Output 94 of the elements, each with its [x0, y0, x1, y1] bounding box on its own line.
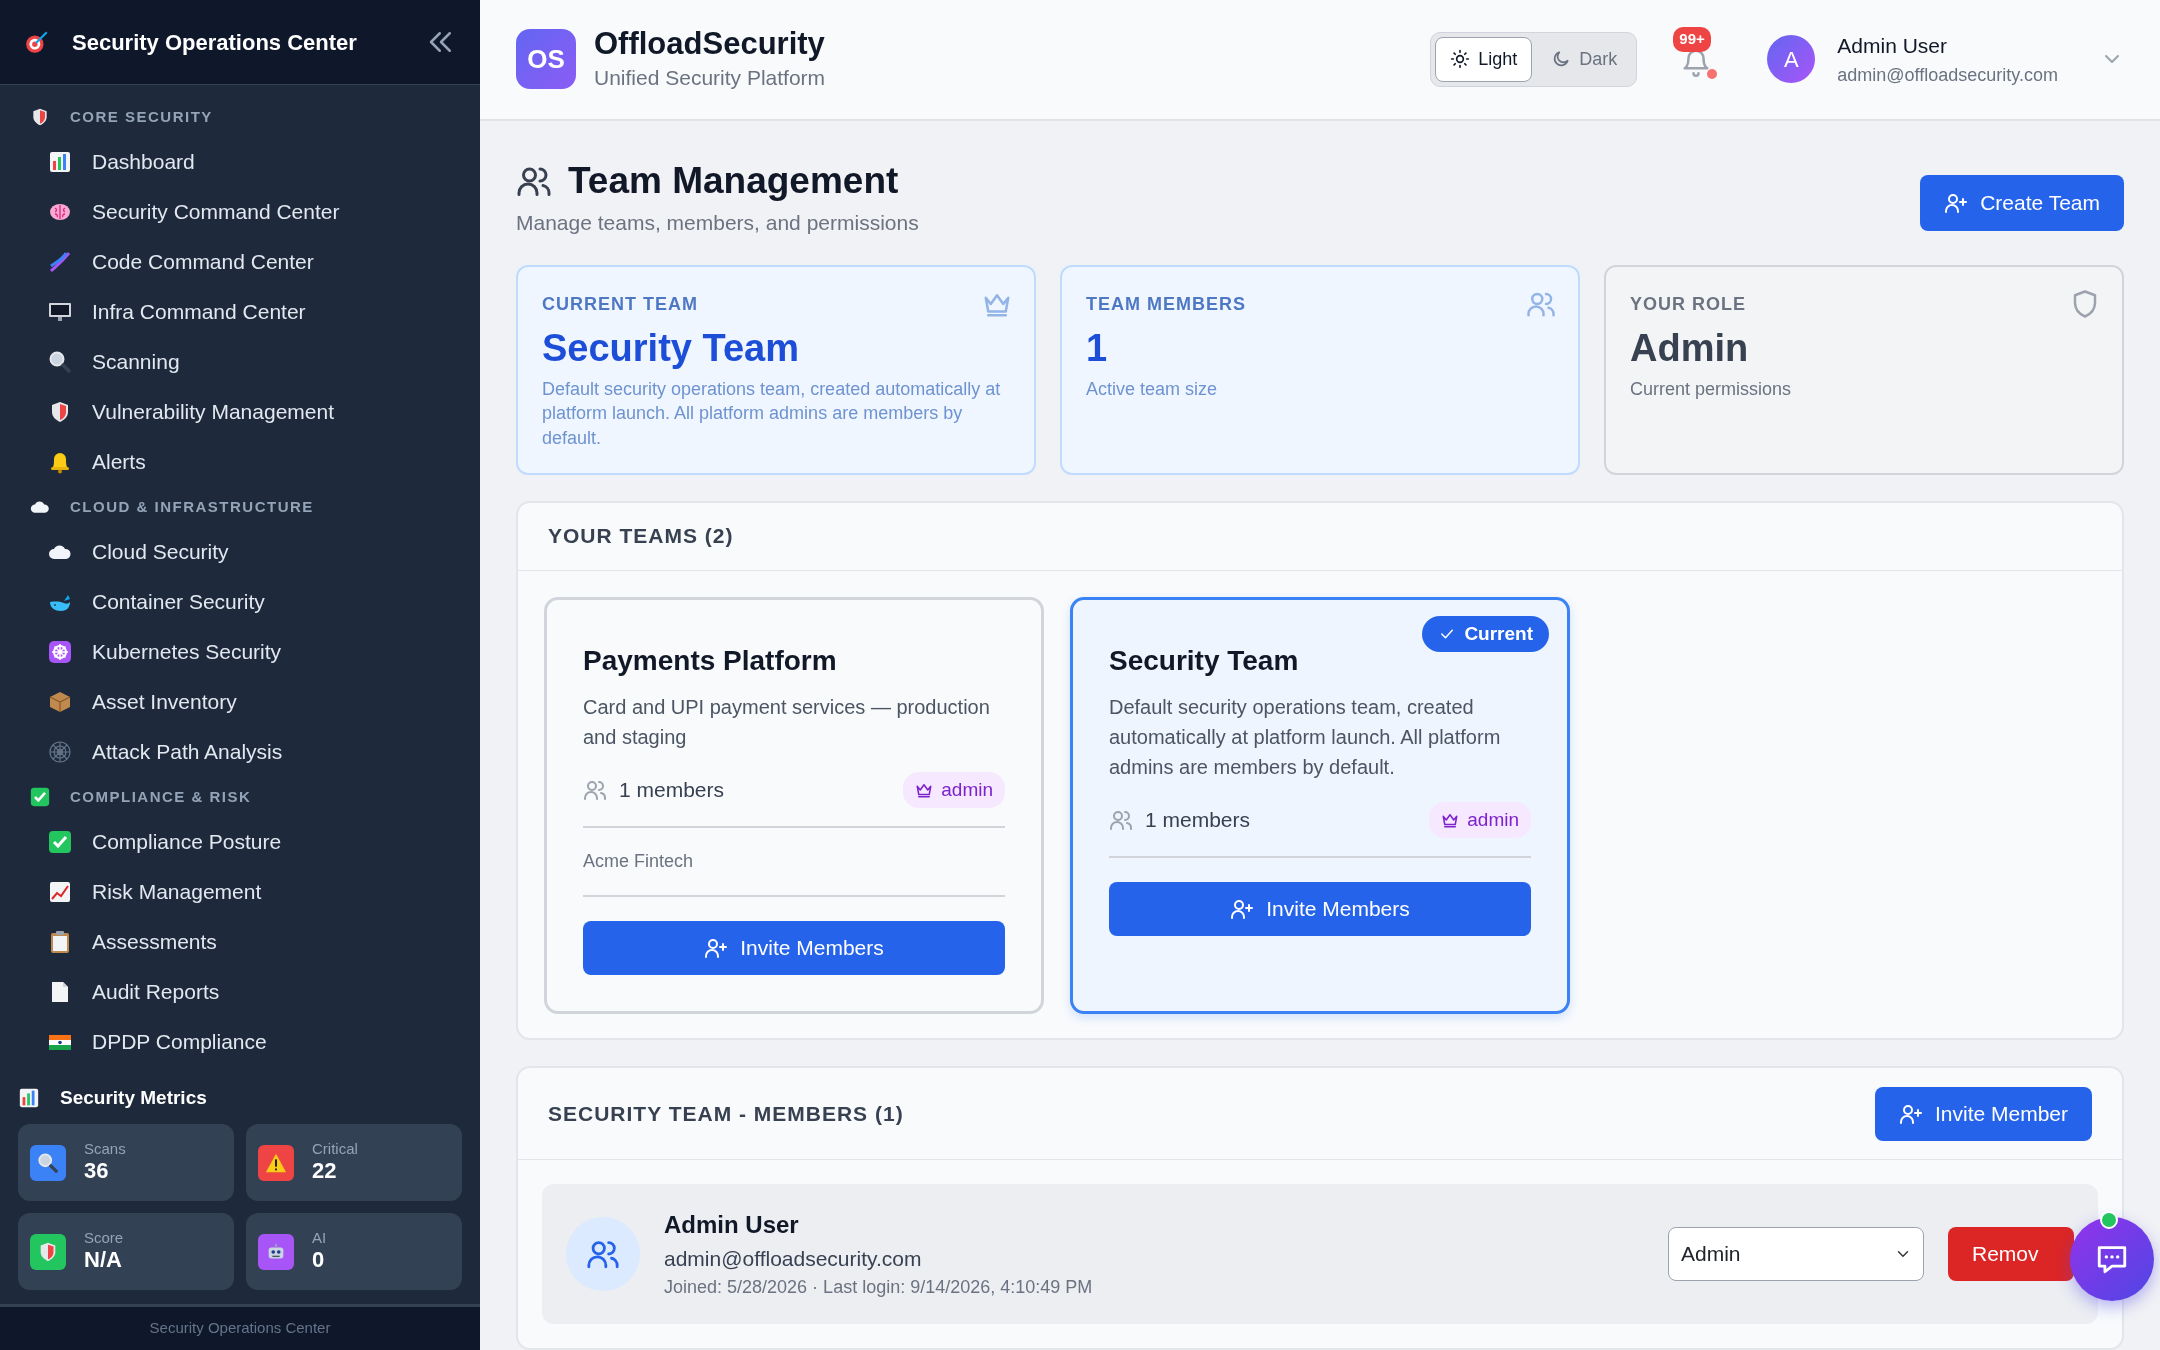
invite-members-button[interactable]: Invite Members [1109, 882, 1531, 936]
team-card[interactable]: Current Security Team Default security operations team, created automatically at platform launch. All platform admins are members by default. 1 members admin Invite Members [1070, 596, 1570, 1014]
metric-label: Scans [84, 1140, 126, 1159]
bar-chart-icon [48, 150, 72, 174]
team-description: Default security operations team, created automatically at platform launch. All platform admins are members by default. [1109, 694, 1502, 780]
sidebar-item[interactable]: Container Security [0, 577, 480, 627]
metric-label: Critical [312, 1140, 358, 1159]
web-icon [48, 740, 72, 764]
panel-title: SECURITY TEAM - MEMBERS (1) [548, 1100, 904, 1127]
panel-title: YOUR TEAMS (2) [518, 502, 2122, 571]
target-icon [24, 29, 50, 55]
metric-label: Score [84, 1229, 124, 1248]
box-icon [48, 690, 72, 714]
metric-value: N/A [84, 1247, 123, 1274]
clipboard-icon [48, 930, 72, 954]
monitor-icon [48, 300, 72, 324]
stat-label: CURRENT TEAM [542, 292, 698, 316]
brand-name: OffloadSecurity [594, 24, 826, 63]
section-label: CLOUD & INFRASTRUCTURE [70, 496, 314, 517]
sidebar-item[interactable]: Attack Path Analysis [0, 727, 480, 777]
helix-icon [48, 250, 72, 274]
stat-value: Security Team [542, 325, 800, 371]
sidebar-item[interactable]: Kubernetes Security [0, 627, 480, 677]
bell-icon [48, 450, 72, 474]
stat-label: TEAM MEMBERS [1086, 292, 1246, 316]
team-name: Security Team [1109, 643, 1300, 678]
notification-count: 99+ [1673, 27, 1711, 52]
magnifier-icon [37, 1151, 59, 1174]
metric-value: 36 [84, 1158, 110, 1185]
member-count: 1 members [1145, 807, 1251, 833]
user-plus-icon [704, 936, 729, 960]
sun-icon [1450, 49, 1471, 70]
member-dates: Joined: 5/28/2026 · Last login: 9/14/2026, 4:10:49 PM [664, 1276, 1094, 1300]
sidebar-item[interactable]: Security Command Center [0, 187, 480, 237]
metric-value: 0 [312, 1247, 326, 1274]
stat-label: YOUR ROLE [1630, 292, 1746, 316]
bar-chart-icon [18, 1086, 40, 1109]
sidebar-item[interactable]: Cloud Security [0, 527, 480, 577]
stat-note: Current permissions [1630, 378, 1793, 402]
stat-value: 1 [1086, 325, 1109, 371]
status-dot [1707, 69, 1718, 80]
sidebar-item[interactable]: Compliance Posture [0, 817, 480, 867]
current-badge: Current [1422, 615, 1549, 652]
section-label: COMPLIANCE & RISK [70, 786, 252, 807]
wheel-icon [48, 640, 72, 664]
shield-icon [30, 107, 50, 127]
magnifier-icon [48, 350, 72, 374]
sidebar-footer: Security Operations Center [0, 1304, 480, 1350]
sidebar-item[interactable]: Vulnerability Management [0, 387, 480, 437]
metrics-title: Security Metrics [60, 1085, 207, 1110]
stat-value: Admin [1630, 325, 1750, 371]
user-name: Admin User [1837, 33, 1948, 60]
sidebar-item[interactable]: Assessments [0, 917, 480, 967]
section-label: CORE SECURITY [70, 106, 213, 127]
page-subtitle: Manage teams, members, and permissions [516, 210, 919, 236]
team-card[interactable]: Payments Platform Card and UPI payment services — production and staging 1 members admin Acme Fintech Invite Members [544, 596, 1044, 1014]
member-email: admin@offloadsecurity.com [664, 1245, 923, 1272]
invite-member-button[interactable]: Invite Member [1874, 1086, 2092, 1141]
check-icon [48, 830, 72, 854]
role-pill: admin [903, 771, 1005, 808]
theme-option[interactable]: Light [1435, 36, 1533, 82]
theme-option[interactable]: Dark [1536, 36, 1633, 82]
sidebar-item[interactable]: Audit Reports [0, 967, 480, 1017]
logo: OS [516, 29, 576, 90]
stat-note: Default security operations team, created automatically at platform launch. All platform admins are members by default. [542, 378, 1002, 450]
page-title: Team Management [568, 158, 899, 203]
user-email: admin@offloadsecurity.com [1837, 63, 2058, 87]
brand-tagline: Unified Security Platform [594, 65, 827, 92]
team-name: Payments Platform [583, 643, 838, 678]
sidebar-item[interactable]: Alerts [0, 437, 480, 487]
sidebar-item[interactable]: Scanning [0, 337, 480, 387]
organization-name: Acme Fintech [583, 828, 1005, 897]
team-description: Card and UPI payment services — production and staging [583, 694, 991, 750]
create-team-button[interactable]: Create Team [1920, 174, 2124, 231]
role-select[interactable]: Admin [1668, 1227, 1924, 1281]
user-plus-icon [1230, 897, 1255, 921]
sidebar-item[interactable]: DPDP Compliance [0, 1017, 480, 1067]
role-pill: admin [1429, 801, 1531, 838]
sidebar-title: Security Operations Center [72, 28, 358, 57]
sidebar-item[interactable]: Dashboard [0, 137, 480, 187]
metric-label: AI [312, 1229, 327, 1248]
stat-note: Active team size [1086, 378, 1219, 402]
sidebar-item[interactable]: Risk Management [0, 867, 480, 917]
check-icon [30, 787, 50, 807]
sidebar-item[interactable]: Code Command Center [0, 237, 480, 287]
trend-chart-icon [48, 880, 72, 904]
member-count: 1 members [619, 777, 725, 803]
sidebar-item[interactable]: Infra Command Center [0, 287, 480, 337]
invite-members-button[interactable]: Invite Members [583, 921, 1005, 975]
sidebar-item[interactable]: Asset Inventory [0, 677, 480, 727]
remove-button[interactable]: Remov [1948, 1227, 2074, 1281]
member-name: Admin User [664, 1209, 800, 1240]
user-avatar[interactable]: A [1767, 35, 1816, 84]
metric-value: 22 [312, 1158, 338, 1185]
